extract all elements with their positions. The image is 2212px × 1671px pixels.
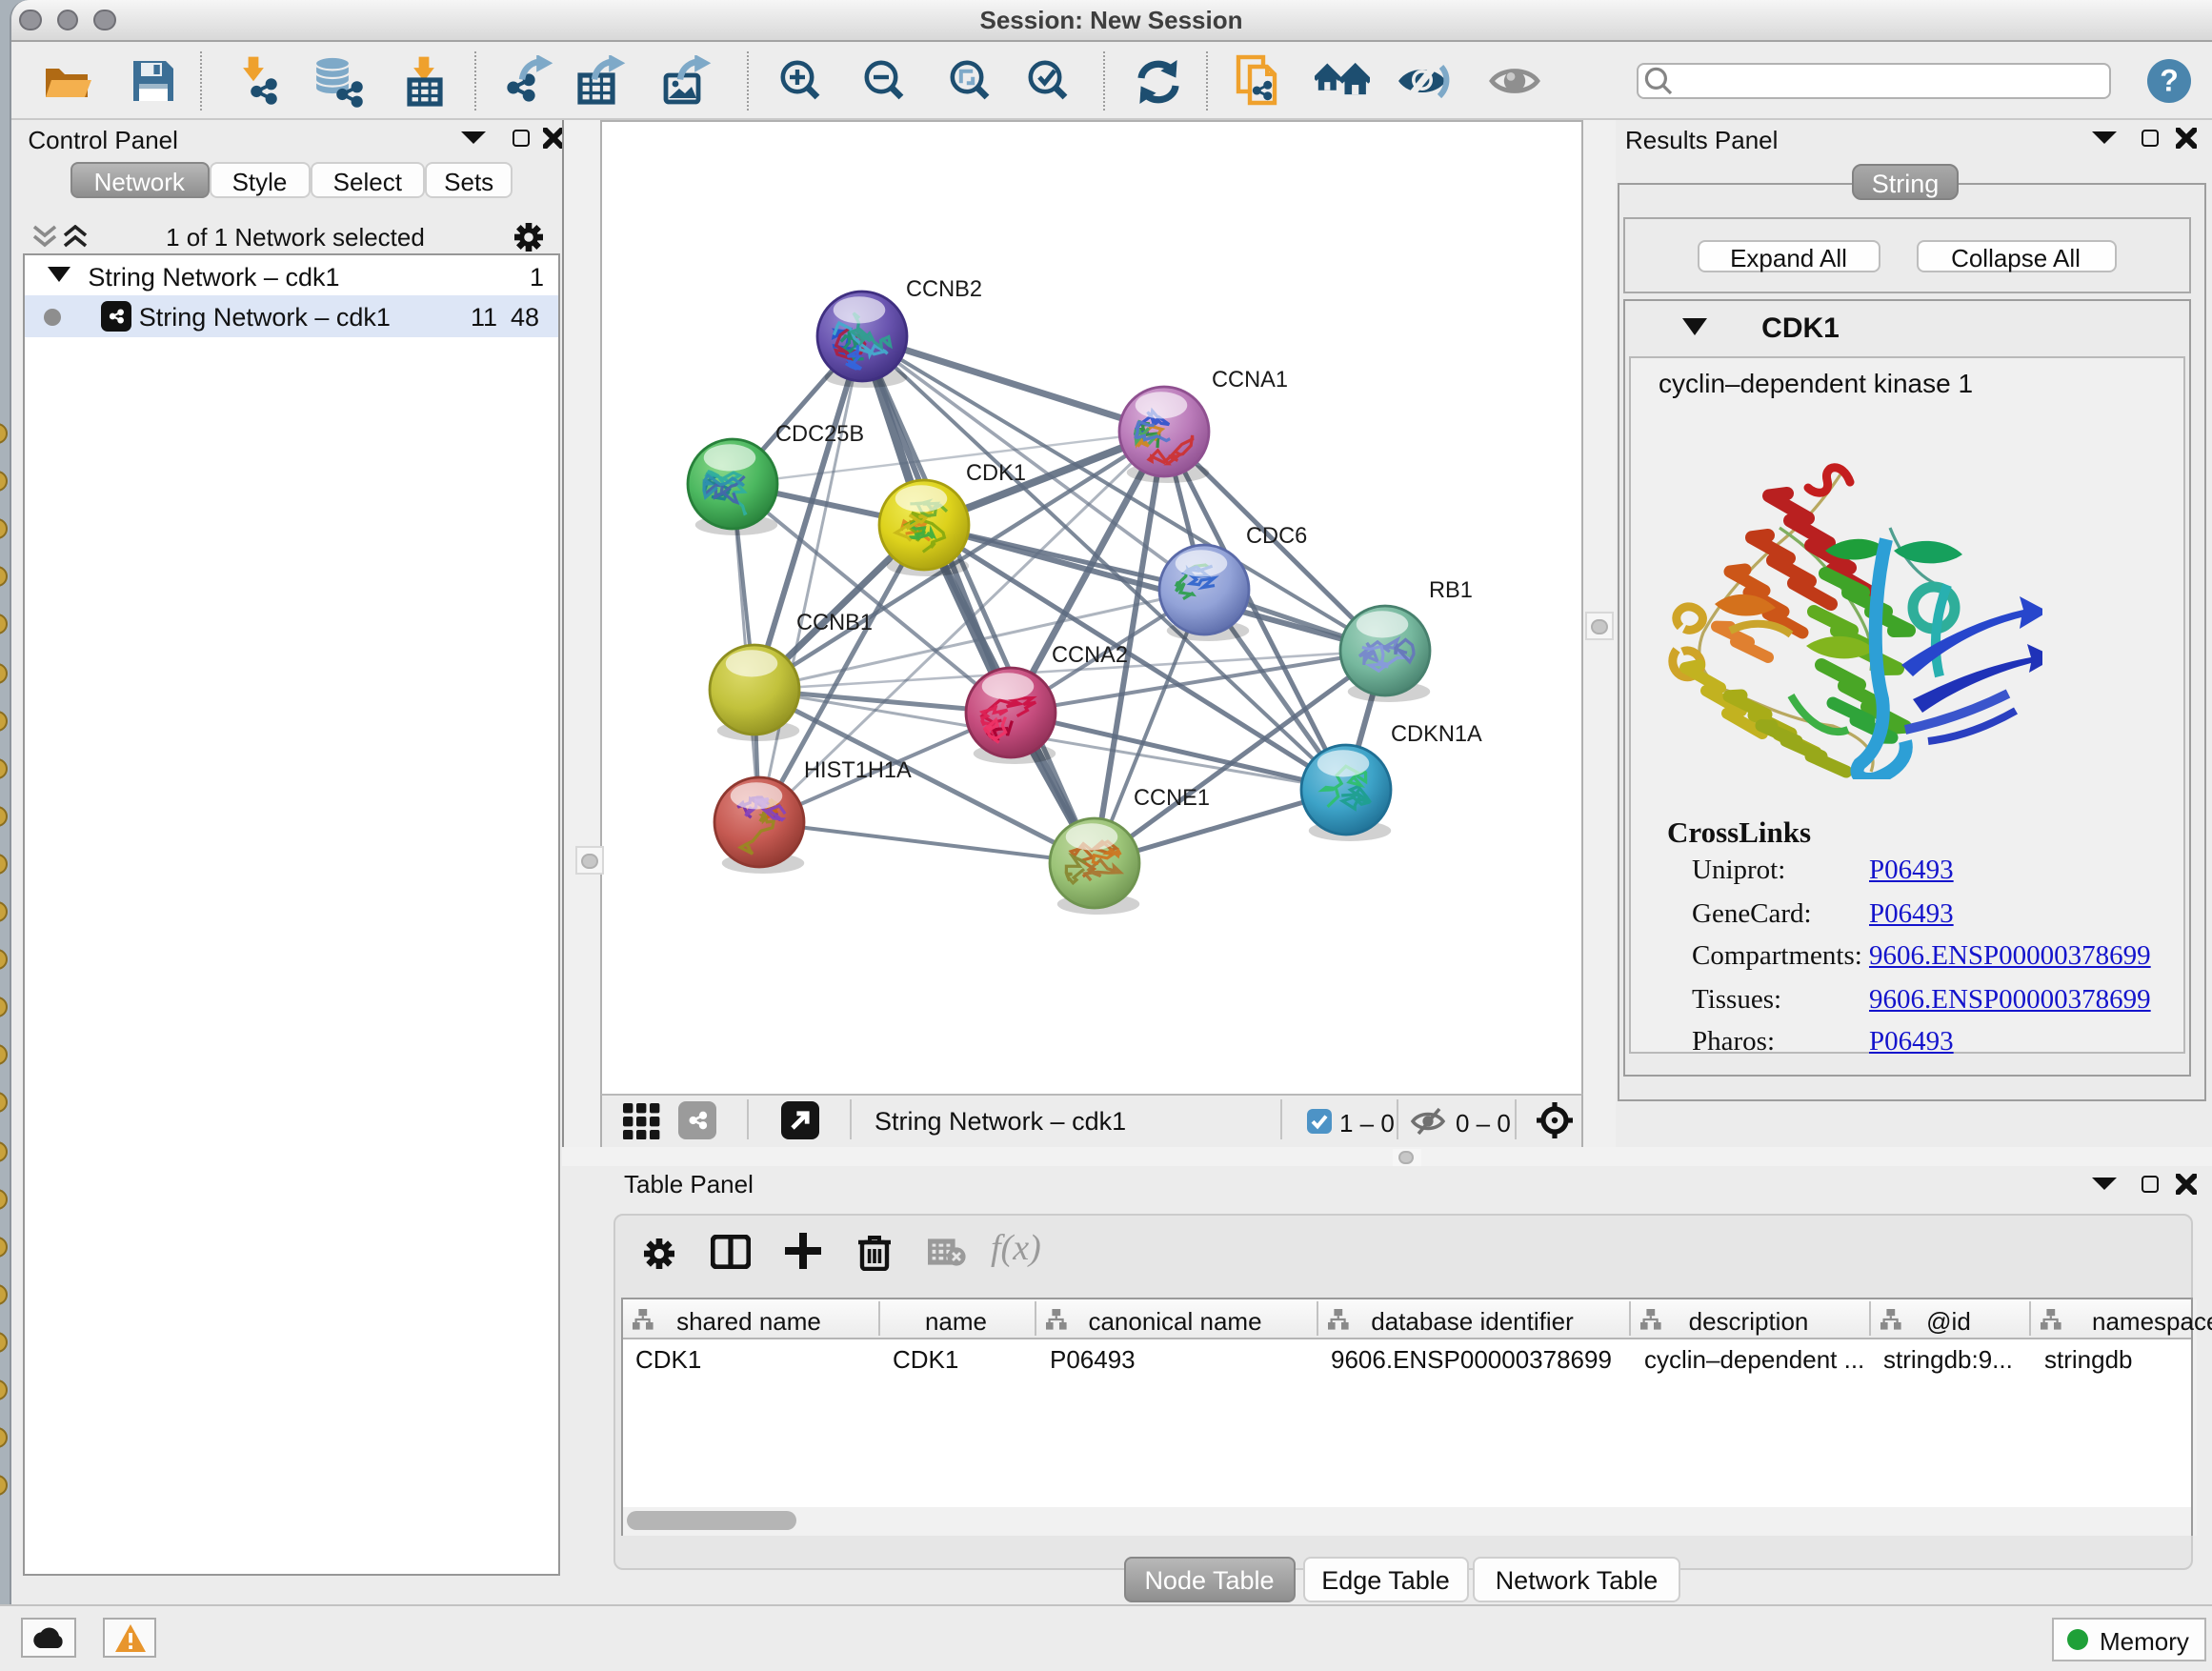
svg-text:CDC6: CDC6 xyxy=(1246,524,1307,549)
svg-text:CCNB1: CCNB1 xyxy=(796,611,873,635)
svg-text:?: ? xyxy=(2160,64,2179,98)
svg-text:RB1: RB1 xyxy=(1429,578,1473,603)
svg-text:HIST1H1A: HIST1H1A xyxy=(804,758,912,783)
svg-text:CDC25B: CDC25B xyxy=(775,422,864,447)
svg-text:CDKN1A: CDKN1A xyxy=(1391,722,1482,747)
svg-text:CCNB2: CCNB2 xyxy=(906,277,982,302)
svg-text:CDK1: CDK1 xyxy=(966,461,1026,486)
svg-text:CCNE1: CCNE1 xyxy=(1134,786,1210,811)
svg-text:CCNA1: CCNA1 xyxy=(1212,368,1288,393)
svg-text:CCNA2: CCNA2 xyxy=(1052,643,1128,668)
